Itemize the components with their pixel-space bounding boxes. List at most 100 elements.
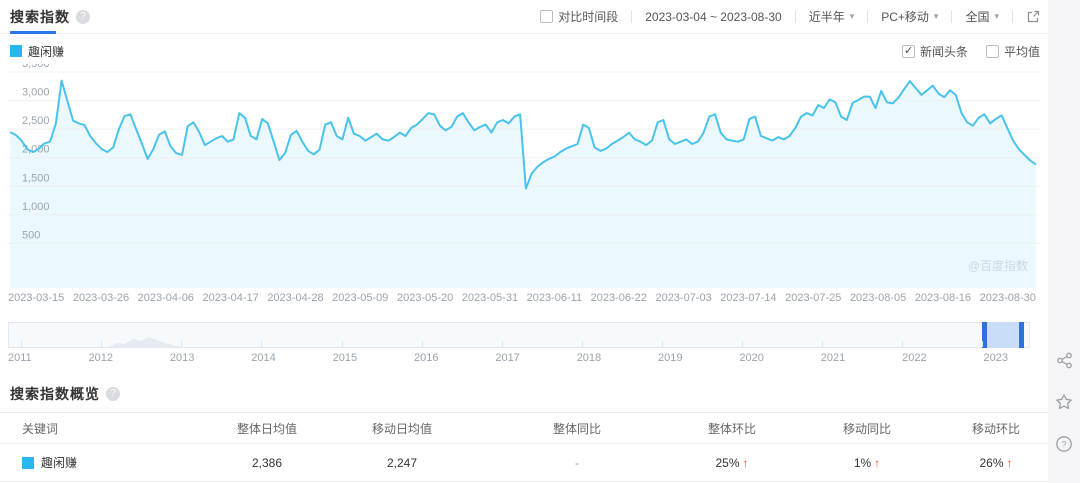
x-axis-label: 2023-04-06 [138, 292, 194, 304]
keyword-text: 趣闲赚 [41, 454, 77, 471]
col-overall-mom: 整体环比 [672, 420, 792, 437]
open-external-button[interactable] [1026, 10, 1040, 24]
year-label: 2016 [414, 352, 438, 364]
col-mobile-yoy: 移动同比 [792, 420, 942, 437]
average-checkbox[interactable]: 平均值 [986, 43, 1040, 60]
svg-text:3,500: 3,500 [22, 64, 50, 70]
year-tick [582, 341, 583, 347]
overall-yoy-value: - [482, 456, 672, 470]
x-axis-label: 2023-04-28 [267, 292, 323, 304]
news-headlines-checkbox[interactable]: 新闻头条 [902, 43, 968, 60]
overview-table: 关键词 整体日均值 移动日均值 整体同比 整体环比 移动同比 移动环比 趣闲赚 … [0, 412, 1048, 482]
keyword-cell: 趣闲赚 [22, 454, 212, 471]
overview-title-row: 搜索指数概览 ? [10, 384, 120, 404]
svg-text:500: 500 [22, 229, 40, 241]
up-arrow-icon: ↑ [1007, 456, 1013, 470]
year-tick [902, 341, 903, 347]
year-label: 2014 [251, 352, 275, 364]
year-label: 2018 [577, 352, 601, 364]
timeline-year-labels: 2011201220132014201520162017201820192020… [8, 352, 1008, 364]
region-dropdown[interactable]: 全国 ▾ [965, 8, 999, 25]
svg-text:?: ? [1061, 440, 1066, 450]
year-label: 2015 [333, 352, 357, 364]
x-axis-label: 2023-05-31 [462, 292, 518, 304]
year-label: 2017 [495, 352, 519, 364]
x-axis-label: 2023-07-03 [655, 292, 711, 304]
device-dropdown[interactable]: PC+移动 ▾ [881, 8, 938, 25]
chevron-down-icon: ▾ [934, 11, 939, 22]
x-axis-label: 2023-03-15 [8, 292, 64, 304]
legend-row: 趣闲赚 新闻头条 平均值 [10, 42, 1040, 60]
mobile-mom-value: 26%↑ [942, 456, 1050, 470]
year-tick [181, 341, 182, 347]
year-label: 2020 [739, 352, 763, 364]
x-axis-labels: 2023-03-15 2023-03-26 2023-04-06 2023-04-17… [8, 292, 1036, 304]
overview-help-icon[interactable]: ? [106, 387, 120, 401]
up-arrow-icon: ↑ [743, 456, 749, 470]
keyword-swatch [22, 457, 34, 469]
mobile-daily-avg-value: 2,247 [322, 456, 482, 470]
year-tick [422, 341, 423, 347]
compare-period-checkbox[interactable]: 对比时间段 [540, 8, 618, 25]
favorite-star-icon[interactable] [1055, 393, 1073, 411]
title-help-icon[interactable]: ? [76, 10, 90, 24]
divider [795, 10, 796, 23]
year-tick [502, 341, 503, 347]
divider [631, 10, 632, 23]
divider [951, 10, 952, 23]
timeline-scrubber[interactable] [8, 322, 1030, 348]
year-tick [742, 341, 743, 347]
date-range-value: 2023-03-04 ~ 2023-08-30 [645, 10, 781, 24]
up-arrow-icon: ↑ [874, 456, 880, 470]
x-axis-label: 2023-04-17 [202, 292, 258, 304]
x-axis-label: 2023-05-20 [397, 292, 453, 304]
svg-text:2,500: 2,500 [22, 115, 50, 127]
side-rail: ? [1048, 0, 1080, 483]
scrubber-selection[interactable] [982, 322, 1024, 348]
col-mobile-mom: 移动环比 [942, 420, 1050, 437]
legend-swatch [10, 45, 22, 57]
x-axis-label: 2023-05-09 [332, 292, 388, 304]
year-label: 2023 [983, 352, 1007, 364]
checkbox-icon[interactable] [540, 10, 553, 23]
date-range-picker[interactable]: 2023-03-04 ~ 2023-08-30 [645, 10, 781, 24]
chevron-down-icon: ▾ [994, 11, 999, 22]
x-axis-label: 2023-08-30 [980, 292, 1036, 304]
help-icon[interactable]: ? [1055, 435, 1073, 453]
x-axis-label: 2023-06-11 [527, 292, 582, 304]
checkbox-checked-icon[interactable] [902, 45, 915, 58]
average-label: 平均值 [1004, 43, 1040, 60]
timeline-mini-chart [9, 323, 1029, 347]
year-tick [822, 341, 823, 347]
year-label: 2019 [658, 352, 682, 364]
x-axis-label: 2023-08-16 [915, 292, 971, 304]
col-mobile-daily-avg: 移动日均值 [322, 420, 482, 437]
year-label: 2012 [89, 352, 113, 364]
checkbox-icon[interactable] [986, 45, 999, 58]
legend-item-keyword[interactable]: 趣闲赚 [10, 43, 64, 60]
col-keyword: 关键词 [22, 420, 212, 437]
year-tick [21, 341, 22, 347]
period-dropdown-value: 近半年 [809, 8, 845, 25]
x-axis-label: 2023-06-22 [591, 292, 647, 304]
year-label: 2022 [902, 352, 926, 364]
x-axis-label: 2023-08-05 [850, 292, 906, 304]
x-axis-label: 2023-03-26 [73, 292, 129, 304]
year-label: 2021 [821, 352, 845, 364]
year-label: 2013 [170, 352, 194, 364]
overall-mom-value: 25%↑ [672, 456, 792, 470]
search-index-chart: 3,5003,0002,5002,0001,5001,000500@百度指数 [8, 64, 1040, 288]
share-icon[interactable] [1056, 352, 1073, 369]
scrubber-handle-right[interactable] [1019, 322, 1024, 348]
chevron-down-icon: ▾ [850, 11, 855, 22]
baidu-index-page: 搜索指数 ? 对比时间段 2023-03-04 ~ 2023-08-30 近半年… [0, 0, 1080, 483]
divider [867, 10, 868, 23]
year-tick [982, 341, 983, 347]
legend-keyword-label: 趣闲赚 [28, 43, 64, 60]
device-dropdown-value: PC+移动 [881, 8, 929, 25]
col-overall-yoy: 整体同比 [482, 420, 672, 437]
external-link-icon [1026, 10, 1040, 24]
chart-controls: 对比时间段 2023-03-04 ~ 2023-08-30 近半年 ▾ PC+移… [540, 8, 1040, 25]
period-dropdown[interactable]: 近半年 ▾ [809, 8, 855, 25]
x-axis-label: 2023-07-25 [785, 292, 841, 304]
